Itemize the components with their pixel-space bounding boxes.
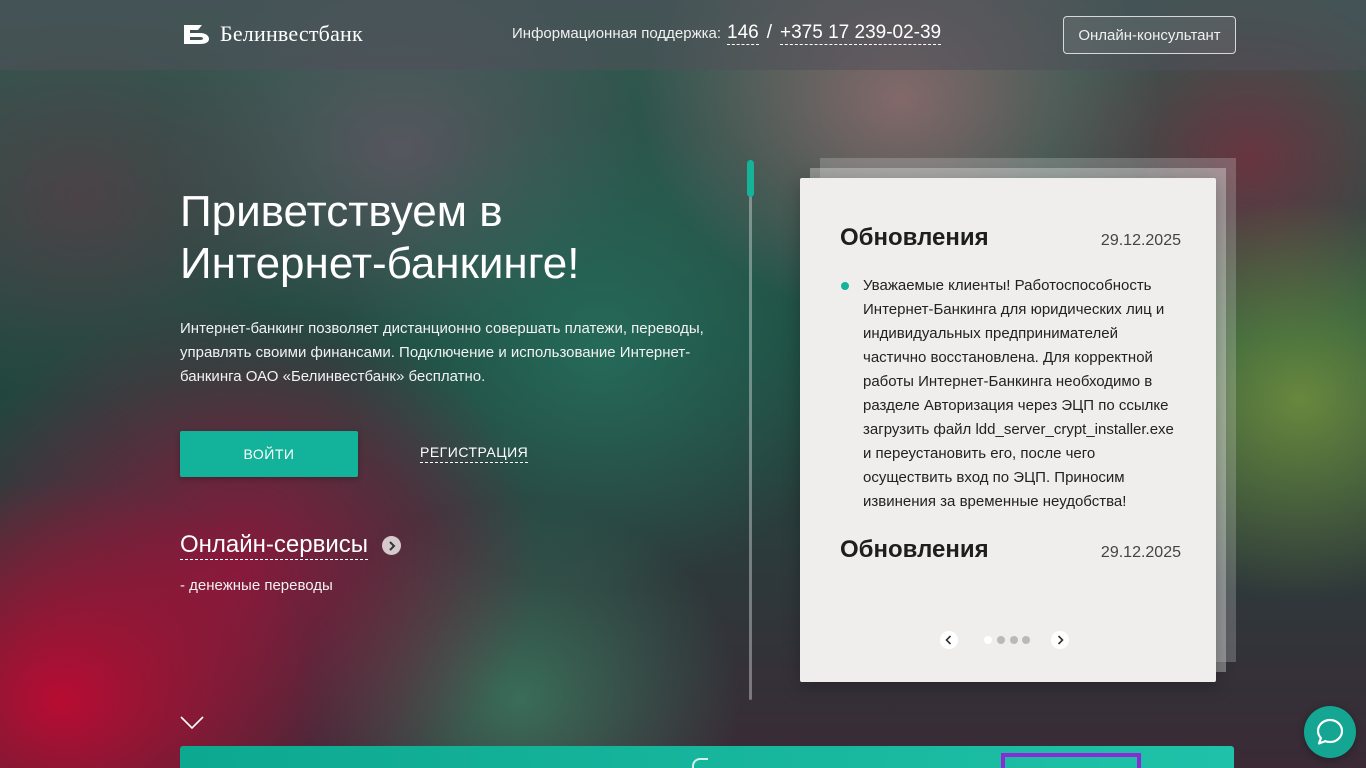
banner-glyph bbox=[692, 758, 708, 768]
news-title: Обновления bbox=[840, 536, 989, 563]
login-button[interactable]: ВОЙТИ bbox=[180, 431, 358, 477]
news-date: 29.12.2025 bbox=[1100, 544, 1181, 561]
bullet-icon bbox=[841, 282, 849, 290]
bank-name: Белинвестбанк bbox=[220, 21, 363, 46]
banner-highlight-outline[interactable] bbox=[1001, 753, 1141, 768]
page-title: Приветствуем в Интернет-банкинге! bbox=[180, 187, 580, 288]
service-item-money-transfers[interactable]: - денежные переводы bbox=[180, 577, 333, 594]
bank-logo[interactable]: Белинвестбанк bbox=[182, 20, 363, 48]
phone-short-link[interactable]: 146 bbox=[727, 22, 759, 45]
news-header: Обновления 29.12.2025 bbox=[840, 224, 1181, 252]
pager-dot[interactable] bbox=[997, 636, 1005, 644]
news-pager bbox=[940, 631, 1070, 651]
news-text: Уважаемые клиенты! Работоспособность Инт… bbox=[863, 277, 1174, 510]
news-date: 29.12.2025 bbox=[1100, 232, 1181, 249]
hero-description: Интернет-банкинг позволяет дистанционно … bbox=[180, 320, 704, 385]
chevron-right-icon[interactable] bbox=[1051, 631, 1069, 649]
chevron-right-icon[interactable] bbox=[382, 536, 402, 555]
phone-separator: / bbox=[766, 22, 773, 43]
register-link[interactable]: РЕГИСТРАЦИЯ bbox=[420, 444, 529, 463]
online-services: Онлайн-сервисы bbox=[180, 531, 402, 560]
chevron-down-icon[interactable] bbox=[180, 716, 204, 730]
chevron-left-icon[interactable] bbox=[940, 631, 958, 649]
phone-full-link[interactable]: +375 17 239-02-39 bbox=[780, 22, 942, 45]
scrollbar-track[interactable] bbox=[749, 160, 752, 700]
pager-dot[interactable] bbox=[1010, 636, 1018, 644]
news-header: Обновления 29.12.2025 bbox=[840, 536, 1181, 564]
top-header: Белинвестбанк Информационная поддержка: … bbox=[0, 0, 1366, 70]
support-label: Информационная поддержка: bbox=[512, 25, 722, 42]
online-consultant-button[interactable]: Онлайн-консультант bbox=[1063, 16, 1236, 54]
bank-logo-icon bbox=[184, 25, 209, 44]
online-services-link[interactable]: Онлайн-сервисы bbox=[180, 531, 369, 560]
support-info: Информационная поддержка: 146 / +375 17 … bbox=[512, 22, 942, 45]
chat-button[interactable] bbox=[1304, 706, 1356, 758]
chat-bubble-icon bbox=[1316, 718, 1344, 745]
news-title: Обновления bbox=[840, 224, 989, 251]
scrollbar-thumb[interactable] bbox=[747, 160, 754, 197]
pager-dot[interactable] bbox=[984, 636, 992, 644]
pager-dot[interactable] bbox=[1022, 636, 1030, 644]
news-card: Обновления 29.12.2025 Уважаемые клиенты!… bbox=[800, 178, 1216, 682]
